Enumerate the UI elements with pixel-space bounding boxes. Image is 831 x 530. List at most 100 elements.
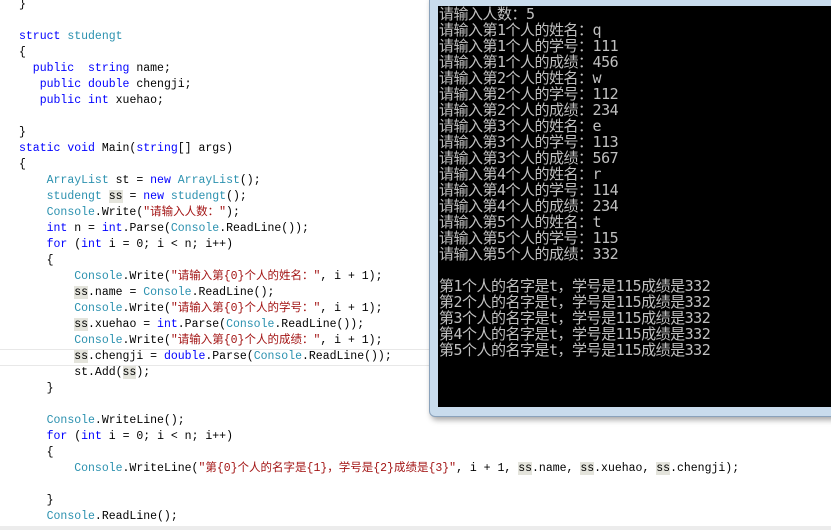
code-line: static void Main(string[] args): [19, 141, 233, 157]
code-token: }: [19, 126, 26, 139]
code-line: }: [19, 493, 54, 509]
code-token: st.Add(: [19, 366, 123, 379]
code-token: i = 0; i < n; i++): [101, 238, 233, 251]
code-token: (: [67, 238, 82, 251]
code-line: Console.Write("请输入第{0}个人的姓名：", i + 1);: [19, 269, 382, 285]
console-line: 请输入第3个人的姓名：e: [439, 117, 602, 135]
code-token: int: [46, 222, 68, 235]
code-token: Console: [46, 510, 95, 523]
console-line: 请输入人数：5: [439, 6, 535, 23]
code-line: for (int i = 0; i < n; i++): [19, 237, 233, 253]
console-line: 请输入第4个人的姓名：r: [439, 165, 602, 183]
code-line: struct studengt: [19, 29, 123, 45]
code-token: name;: [129, 62, 171, 75]
code-token: i = 0; i < n; i++): [101, 430, 233, 443]
code-token: Console: [226, 318, 275, 331]
console-line: 第4个人的名字是t，学号是115成绩是332: [439, 325, 711, 343]
code-token: studengt: [46, 190, 102, 203]
code-token: , i + 1,: [456, 462, 519, 475]
console-line: 请输入第3个人的学号：113: [439, 133, 619, 151]
code-line: Console.WriteLine("第{0}个人的名字是{1}，学号是{2}成…: [19, 461, 739, 477]
code-token: .WriteLine(: [122, 462, 199, 475]
console-line: 请输入第1个人的姓名：q: [439, 21, 602, 39]
code-token: .ReadLine());: [302, 350, 392, 363]
code-line: public double chengji;: [19, 77, 192, 93]
code-token: ss: [108, 190, 123, 203]
code-token: }: [19, 0, 26, 11]
code-token: ArrayList: [177, 174, 240, 187]
code-token: n =: [67, 222, 102, 235]
code-token: string: [136, 142, 178, 155]
code-token: ss: [518, 462, 533, 475]
code-token: Console: [74, 462, 123, 475]
code-token: ss: [74, 318, 89, 331]
code-token: ();: [226, 190, 247, 203]
code-line: }: [19, 0, 26, 13]
code-token: ArrayList: [46, 174, 109, 187]
code-token: }: [19, 494, 54, 507]
code-token: .Parse(: [122, 222, 171, 235]
code-token: {: [19, 446, 54, 459]
code-line: st.Add(ss);: [19, 365, 150, 381]
console-line: 第2个人的名字是t，学号是115成绩是332: [439, 293, 711, 311]
code-line: int n = int.Parse(Console.ReadLine());: [19, 221, 309, 237]
console-line: 请输入第1个人的学号：111: [439, 37, 619, 55]
console-line: 第1个人的名字是t，学号是115成绩是332: [439, 277, 711, 295]
code-token: .name =: [88, 286, 144, 299]
code-token: public: [19, 94, 89, 107]
code-token: .ReadLine());: [219, 222, 309, 235]
code-token: st =: [108, 174, 151, 187]
code-token: Console: [46, 414, 95, 427]
code-token: .chengji);: [670, 462, 740, 475]
code-token: .WriteLine();: [94, 414, 185, 427]
code-token: }: [19, 382, 54, 395]
code-token: string: [88, 62, 130, 75]
code-line: {: [19, 253, 54, 269]
code-token: new: [143, 190, 171, 203]
code-token: .name,: [532, 462, 581, 475]
code-token: .Parse(: [177, 318, 227, 331]
code-token: [] args): [177, 142, 233, 155]
code-token: new: [150, 174, 178, 187]
code-line: ss.xuehao = int.Parse(Console.ReadLine()…: [19, 317, 364, 333]
code-token: , i + 1);: [320, 334, 383, 347]
code-token: ss: [74, 286, 89, 299]
console-line: 请输入第5个人的学号：115: [439, 229, 619, 247]
code-line: }: [19, 381, 54, 397]
code-token: Console: [46, 206, 95, 219]
code-line: public int xuehao;: [19, 93, 164, 109]
code-token: {: [19, 46, 26, 59]
code-line: ss.chengji = double.Parse(Console.ReadLi…: [19, 349, 392, 365]
code-token: .Parse(: [205, 350, 254, 363]
console-line: 请输入第4个人的成绩：234: [439, 197, 619, 215]
console-output: 请输入人数：5 请输入第1个人的姓名：q 请输入第1个人的学号：111 请输入第1个人…: [438, 6, 831, 407]
code-token: double: [88, 78, 130, 91]
code-token: .Write(: [122, 302, 171, 315]
code-line: Console.Write("请输入人数：");: [19, 205, 240, 221]
code-line: Console.Write("请输入第{0}个人的成绩：", i + 1);: [19, 333, 382, 349]
code-token: Main(: [94, 142, 137, 155]
code-line: Console.Write("请输入第{0}个人的学号：", i + 1);: [19, 301, 382, 317]
code-token: int: [157, 318, 178, 331]
code-token: "第{0}个人的名字是{1}，学号是{2}成绩是{3}": [198, 462, 457, 475]
code-token: .ReadLine();: [94, 510, 178, 523]
code-token: "请输入第{0}个人的学号：": [170, 302, 321, 315]
code-token: );: [136, 366, 151, 379]
console-window[interactable]: 请输入人数：5 请输入第1个人的姓名：q 请输入第1个人的学号：111 请输入第1个人…: [429, 0, 831, 417]
code-token: for: [46, 430, 68, 443]
code-token: .chengji =: [88, 350, 164, 363]
code-token: , i + 1);: [320, 270, 383, 283]
code-line: {: [19, 445, 54, 461]
code-token: struct: [19, 30, 68, 43]
code-token: int: [88, 94, 109, 107]
console-line: 请输入第2个人的成绩：234: [439, 101, 619, 119]
